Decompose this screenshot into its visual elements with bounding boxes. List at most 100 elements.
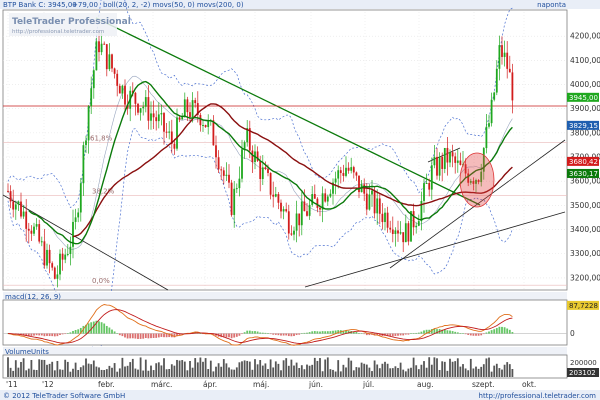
x-tick-label: ápr. — [203, 380, 217, 389]
volume-bar — [33, 369, 35, 377]
macd-histogram-bar — [446, 330, 449, 334]
volume-bar — [347, 357, 350, 377]
volume-bar — [298, 368, 301, 377]
macd-histogram-bar — [324, 331, 327, 334]
candle-body — [77, 212, 80, 218]
macd-histogram-bar — [59, 333, 61, 335]
candle-body — [345, 167, 347, 176]
candle-body — [14, 204, 17, 210]
volume-bar — [493, 365, 496, 377]
candle-body — [313, 194, 316, 199]
macd-histogram-bar — [285, 333, 288, 336]
candle-body — [407, 223, 410, 242]
volume-bar — [441, 361, 444, 377]
candle-body — [194, 100, 197, 104]
volume-bar — [368, 367, 371, 377]
candle-body — [306, 211, 308, 216]
volume-bar — [17, 367, 20, 377]
macd-histogram-bar — [313, 331, 316, 334]
candle-body — [176, 117, 178, 149]
macd-histogram-bar — [103, 323, 106, 334]
macd-histogram-bar — [157, 333, 160, 338]
macd-histogram-bar — [404, 333, 407, 335]
macd-histogram-bar — [137, 333, 139, 339]
volume-bar — [181, 360, 184, 377]
volume-bar — [501, 369, 503, 377]
candle-body — [490, 99, 493, 124]
candle-body — [451, 152, 454, 157]
volume-bar — [360, 362, 363, 377]
volume-bar — [9, 367, 12, 377]
candle-body — [381, 213, 384, 223]
macd-panel — [2, 299, 568, 346]
volume-bar — [183, 361, 186, 377]
candle-body — [43, 241, 46, 266]
candle-body — [350, 167, 353, 171]
candle-body — [173, 143, 176, 149]
volume-bar — [274, 361, 277, 377]
volume-bar — [345, 367, 347, 377]
macd-histogram-bar — [459, 333, 462, 334]
volume-bar — [124, 366, 126, 377]
volume-bar — [316, 360, 319, 377]
volume-bar — [228, 367, 230, 377]
macd-histogram-bar — [155, 333, 158, 338]
macd-histogram-bar — [160, 333, 163, 337]
volume-bar — [176, 359, 178, 377]
volume-bar — [358, 367, 360, 377]
volume-bar — [126, 365, 129, 377]
candle-body — [124, 85, 126, 105]
candle-body — [503, 52, 506, 57]
volume-bar — [248, 361, 251, 377]
macd-histogram-bar — [462, 333, 464, 334]
candle-body — [433, 156, 436, 166]
candle-body — [230, 182, 233, 215]
volume-bar — [241, 361, 243, 377]
candle-body — [74, 217, 77, 222]
candle-body — [329, 193, 332, 197]
macd-histogram-bar — [74, 330, 77, 334]
volume-bar — [428, 357, 431, 377]
candle-body — [438, 156, 441, 176]
x-tick-label: '11 — [6, 380, 18, 389]
x-tick-label: júl. — [362, 380, 374, 389]
macd-histogram-bar — [48, 333, 51, 337]
volume-bar — [503, 364, 506, 377]
volume-bar — [449, 358, 451, 377]
macd-histogram-bar — [248, 330, 251, 334]
volume-bar — [303, 369, 306, 377]
macd-histogram-bar — [412, 333, 415, 334]
volume-bar — [173, 365, 176, 377]
volume-bar — [404, 371, 407, 377]
volume-bar — [397, 367, 399, 377]
volume-bar — [215, 366, 217, 377]
y-tick-label: 4000,00 — [570, 80, 600, 89]
candle-body — [441, 156, 444, 169]
volume-bar — [389, 368, 392, 377]
candle-body — [287, 211, 290, 234]
volume-bar — [376, 364, 379, 377]
macd-histogram-bar — [238, 333, 241, 336]
candle-body — [241, 149, 243, 179]
candle-body — [64, 254, 67, 260]
candle-body — [425, 182, 428, 184]
macd-histogram-bar — [423, 330, 425, 334]
candle-body — [113, 68, 116, 74]
volume-bar — [373, 360, 376, 377]
candle-body — [449, 152, 451, 163]
macd-histogram-bar — [116, 333, 119, 334]
macd-histogram-bar — [118, 333, 121, 336]
macd-histogram-bar — [355, 332, 358, 334]
macd-histogram-bar — [295, 333, 298, 336]
candle-body — [430, 165, 433, 190]
volume-bar — [168, 369, 171, 377]
macd-histogram-bar — [111, 329, 113, 334]
volume-bar — [22, 358, 25, 377]
volume-bar — [433, 357, 436, 377]
macd-histogram-bar — [225, 333, 228, 338]
volume-bar — [79, 367, 82, 377]
candle-body — [118, 85, 121, 94]
macd-histogram-bar — [27, 333, 30, 336]
candle-body — [290, 233, 293, 235]
candle-body — [446, 147, 449, 163]
